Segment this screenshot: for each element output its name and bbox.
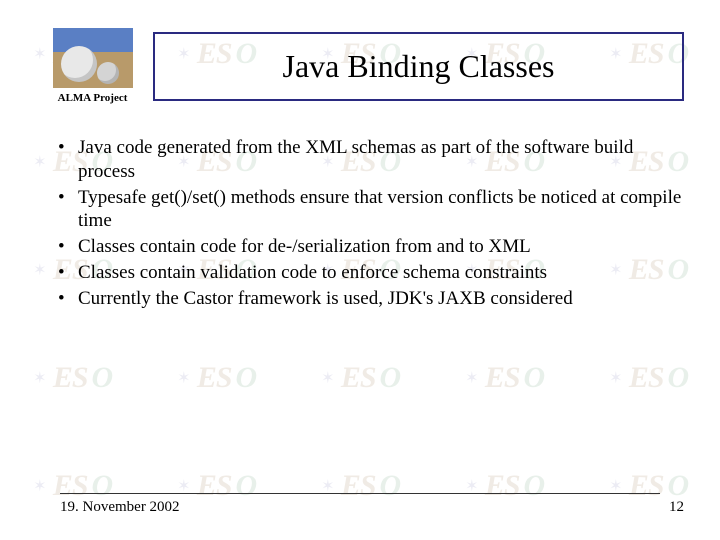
footer-page-number: 12 — [669, 499, 684, 516]
logo-caption: ALMA Project — [58, 92, 128, 104]
bullet-item: Java code generated from the XML schemas… — [58, 136, 684, 184]
slide-title: Java Binding Classes — [179, 48, 658, 85]
footer-date: 19. November 2002 — [60, 499, 180, 516]
bullet-item: Classes contain code for de-/serializati… — [58, 235, 684, 259]
bullet-item: Typesafe get()/set() methods ensure that… — [58, 186, 684, 234]
bullet-item: Currently the Castor framework is used, … — [58, 287, 684, 311]
slide-footer: 19. November 2002 12 — [60, 499, 684, 516]
bullet-list: Java code generated from the XML schemas… — [50, 136, 684, 310]
bullet-item: Classes contain validation code to enfor… — [58, 261, 684, 285]
title-box: Java Binding Classes — [153, 32, 684, 101]
alma-logo — [53, 28, 133, 88]
footer-divider — [60, 493, 660, 494]
slide-header: ALMA Project Java Binding Classes — [50, 28, 684, 104]
